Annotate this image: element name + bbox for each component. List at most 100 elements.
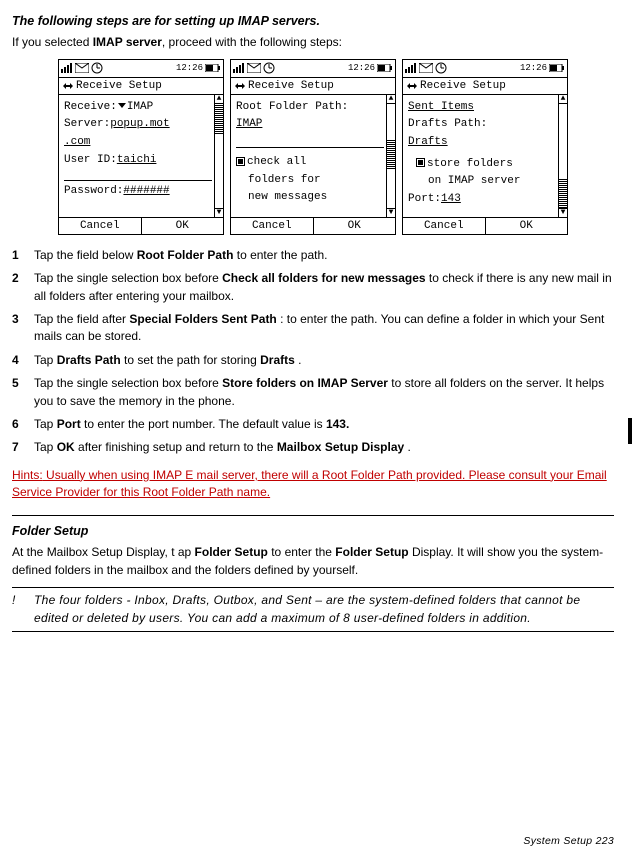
status-bar: 12:26	[59, 60, 223, 78]
label-password: Password:	[64, 185, 123, 197]
signal-icon	[61, 63, 73, 73]
t: Drafts Path	[57, 353, 121, 367]
blank-line	[236, 134, 384, 148]
scrollbar[interactable]: ▲ ▼	[386, 95, 395, 217]
signal-icon	[405, 63, 417, 73]
t: Tap	[34, 417, 57, 431]
t: Drafts	[260, 353, 295, 367]
cancel-button[interactable]: Cancel	[59, 218, 142, 234]
scroll-up-icon[interactable]: ▲	[215, 95, 223, 104]
t: Tap	[34, 440, 57, 454]
value-password: #######	[123, 185, 169, 197]
screen-title: Receive Setup	[231, 78, 395, 95]
label-receive: Receive:	[64, 101, 117, 113]
note-text: The four folders - Inbox, Drafts, Outbox…	[34, 592, 614, 627]
value-userid: taichi	[117, 154, 157, 166]
value-server: popup.mot	[110, 118, 169, 130]
scroll-down-icon[interactable]: ▼	[387, 208, 395, 217]
value-draftspath: Drafts	[408, 134, 556, 152]
ok-button[interactable]: OK	[486, 218, 568, 234]
t: to enter the path.	[233, 248, 327, 262]
screen-content: Sent Items Drafts Path: Drafts store fol…	[403, 95, 567, 213]
phone-screen-1: 12:26 Receive Setup Receive:IMAP Server:…	[58, 59, 224, 235]
step-2: 2 Tap the single selection box before Ch…	[12, 270, 614, 305]
mail-icon	[75, 63, 89, 73]
cancel-button[interactable]: Cancel	[231, 218, 314, 234]
t: Port	[57, 417, 81, 431]
t: to set the path for storing	[121, 353, 260, 367]
clock-icon	[263, 62, 275, 74]
label-checkall-2: folders for	[236, 172, 384, 190]
screen-content: Receive:IMAP Server:popup.mot .com User …	[59, 95, 223, 205]
mail-icon	[419, 63, 433, 73]
step-4: 4 Tap Drafts Path to set the path for st…	[12, 352, 614, 369]
imap-intro-line: If you selected IMAP server, proceed wit…	[12, 34, 614, 51]
scroll-thumb[interactable]	[215, 104, 223, 134]
t: .	[295, 353, 302, 367]
status-time: 12:26	[176, 63, 203, 73]
status-bar: 12:26	[403, 60, 567, 78]
checkbox-checkall[interactable]	[236, 157, 245, 166]
status-time: 12:26	[520, 63, 547, 73]
step-5: 5 Tap the single selection box before St…	[12, 375, 614, 410]
scroll-up-icon[interactable]: ▲	[387, 95, 395, 104]
value-rootpath: IMAP	[236, 116, 384, 134]
scroll-thumb[interactable]	[387, 139, 395, 169]
label-userid: User ID:	[64, 154, 117, 166]
phone-screen-3: 12:26 Receive Setup Sent Items Drafts Pa…	[402, 59, 568, 235]
t: to enter the	[268, 545, 335, 559]
step-num: 3	[12, 311, 34, 346]
label-checkall-1: check all	[247, 156, 306, 168]
signal-icon	[233, 63, 245, 73]
steps-list: 1 Tap the field below Root Folder Path t…	[12, 247, 614, 457]
battery-icon	[549, 64, 565, 72]
hints-text: Hints: Usually when using IMAP E mail se…	[12, 467, 614, 502]
t: Mailbox Setup Display	[277, 440, 404, 454]
value-sentpath: Sent Items	[408, 99, 556, 117]
status-bar: 12:26	[231, 60, 395, 78]
scrollbar[interactable]: ▲ ▼	[558, 95, 567, 217]
battery-icon	[377, 64, 393, 72]
step-num: 2	[12, 270, 34, 305]
t: 143.	[326, 417, 349, 431]
t: OK	[57, 440, 75, 454]
scroll-down-icon[interactable]: ▼	[559, 208, 567, 217]
side-mark	[628, 418, 632, 444]
t: Root Folder Path	[137, 248, 234, 262]
t: .	[404, 440, 411, 454]
scroll-up-icon[interactable]: ▲	[559, 95, 567, 104]
t: after finishing setup and return to the	[75, 440, 277, 454]
page-footer: System Setup 223	[523, 835, 614, 847]
phone-screens-row: 12:26 Receive Setup Receive:IMAP Server:…	[12, 59, 614, 235]
intro-suffix: , proceed with the following steps:	[162, 35, 342, 49]
value-server2: .com	[64, 134, 212, 152]
t: Folder Setup	[195, 545, 268, 559]
scrollbar[interactable]: ▲ ▼	[214, 95, 223, 217]
intro-prefix: If you selected	[12, 35, 93, 49]
blank-line	[64, 169, 212, 181]
screen-title: Receive Setup	[403, 78, 567, 95]
screen-title-text: Receive Setup	[76, 80, 162, 92]
ok-button[interactable]: OK	[314, 218, 396, 234]
cancel-button[interactable]: Cancel	[403, 218, 486, 234]
scroll-down-icon[interactable]: ▼	[215, 208, 223, 217]
ok-button[interactable]: OK	[142, 218, 224, 234]
checkbox-store[interactable]	[416, 158, 425, 167]
label-port: Port:	[408, 193, 441, 205]
hints-label: Hints:	[12, 468, 43, 482]
label-checkall-3: new messages	[236, 189, 384, 207]
section-separator	[12, 515, 614, 516]
t: Special Folders Sent Path	[129, 312, 276, 326]
label-rootpath: Root Folder Path:	[236, 99, 384, 117]
setup-icon	[235, 81, 245, 91]
t: Tap the single selection box before	[34, 271, 222, 285]
t: Tap the field after	[34, 312, 129, 326]
t: Tap the single selection box before	[34, 376, 222, 390]
intro-bold: IMAP server	[93, 35, 162, 49]
clock-icon	[91, 62, 103, 74]
scroll-thumb[interactable]	[559, 178, 567, 208]
setup-icon	[63, 81, 73, 91]
screen-title-text: Receive Setup	[248, 80, 334, 92]
status-time: 12:26	[348, 63, 375, 73]
screen-title: Receive Setup	[59, 78, 223, 95]
